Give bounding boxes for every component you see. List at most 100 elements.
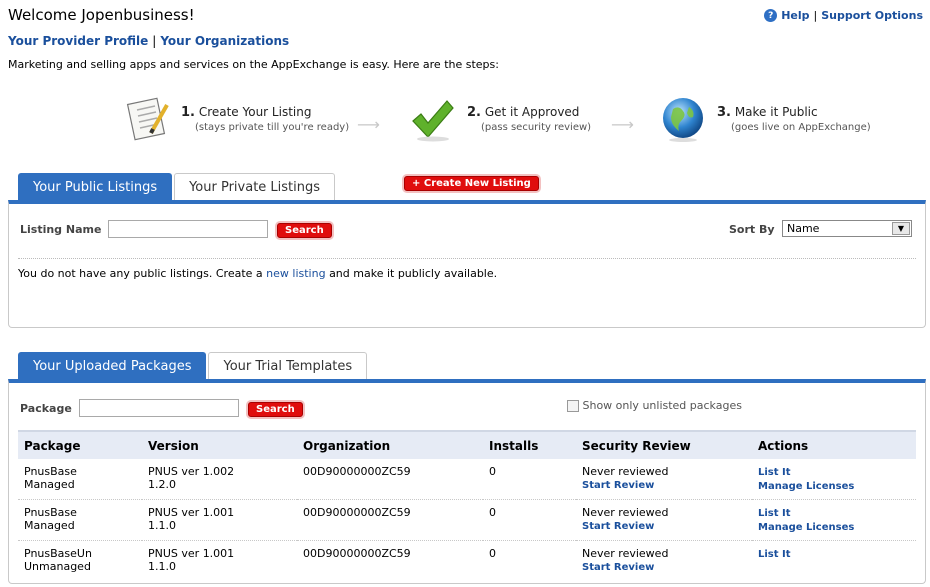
packages-table: Package Version Organization Installs Se…	[18, 430, 916, 580]
public-listings-panel: Listing Name Search Sort By Name ▼ You d…	[8, 200, 926, 328]
help-links: ? Help | Support Options	[764, 9, 923, 22]
show-unlisted-checkbox[interactable]	[567, 400, 579, 412]
tab-uploaded-packages[interactable]: Your Uploaded Packages	[18, 352, 207, 380]
review-status: Never reviewed	[582, 547, 669, 560]
package-cell: PnusBase Managed	[18, 499, 142, 541]
start-review-link[interactable]: Start Review	[582, 562, 654, 573]
checkmark-icon	[412, 100, 454, 142]
start-review-link[interactable]: Start Review	[582, 521, 654, 532]
table-row: PnusBase Managed PNUS ver 1.001 1.1.0 00D9…	[18, 499, 916, 541]
new-listing-link[interactable]: new listing	[266, 267, 325, 280]
security-review-cell: Never reviewed Start Review	[576, 541, 752, 581]
start-review-link[interactable]: Start Review	[582, 480, 654, 491]
welcome-heading: Welcome Jopenbusiness!	[8, 6, 195, 24]
step-get-approved: 2. Get it Approved (pass security review…	[409, 95, 591, 143]
package-label: Package	[20, 402, 72, 415]
uploaded-packages-panel: Package Search Show only unlisted packag…	[8, 379, 926, 584]
step-number: 2.	[467, 105, 481, 120]
step-number: 1.	[181, 105, 195, 120]
document-icon	[126, 97, 169, 141]
listing-search-button[interactable]: Search	[277, 223, 332, 238]
globe-icon	[663, 98, 703, 142]
organization-cell: 00D90000000ZC59	[297, 499, 483, 541]
column-header: Actions	[752, 430, 916, 459]
column-header: Version	[142, 430, 297, 459]
version-number: 1.2.0	[148, 478, 176, 491]
organization-cell: 00D90000000ZC59	[303, 547, 411, 560]
arrow-icon: ⟶	[357, 115, 380, 134]
list-it-link[interactable]: List It	[758, 508, 791, 519]
listing-name-input[interactable]	[108, 220, 268, 238]
table-row: PnusBase Managed PNUS ver 1.002 1.2.0 00D9…	[18, 459, 916, 500]
step-subtitle: (pass security review)	[481, 122, 592, 133]
version-name: PNUS ver 1.002	[148, 465, 235, 478]
list-it-link[interactable]: List It	[758, 467, 791, 478]
step-create-listing: 1. Create Your Listing (stays private ti…	[125, 95, 349, 143]
version-number: 1.1.0	[148, 519, 176, 532]
table-header-row: Package Version Organization Installs Se…	[18, 430, 916, 459]
step-title: Get it Approved	[484, 105, 580, 119]
package-type: Managed	[24, 478, 75, 491]
version-number: 1.1.0	[148, 560, 176, 573]
chevron-down-icon[interactable]: ▼	[892, 222, 910, 235]
package-name: PnusBase	[24, 465, 77, 478]
version-cell: PNUS ver 1.002 1.2.0	[142, 459, 297, 500]
organizations-link[interactable]: Your Organizations	[160, 34, 289, 48]
step-number: 3.	[717, 105, 731, 120]
version-cell: PNUS ver 1.001 1.1.0	[142, 499, 297, 541]
organization-cell: 00D90000000ZC59	[297, 459, 483, 500]
review-status: Never reviewed	[582, 506, 669, 519]
divider	[18, 258, 916, 259]
review-status: Never reviewed	[582, 465, 669, 478]
no-listings-text: You do not have any public listings. Cre…	[18, 267, 263, 280]
step-subtitle: (stays private till you're ready)	[195, 122, 350, 133]
help-link[interactable]: Help	[781, 9, 809, 22]
tab-private-listings[interactable]: Your Private Listings	[174, 173, 336, 201]
step-make-public: 3. Make it Public (goes live on AppExcha…	[659, 95, 871, 143]
step-title: Make it Public	[734, 105, 818, 119]
package-cell: PnusBase Managed	[18, 459, 142, 500]
arrow-icon: ⟶	[611, 115, 634, 134]
column-header: Security Review	[576, 430, 752, 459]
unlisted-filter: Show only unlisted packages	[567, 399, 742, 412]
manage-licenses-link[interactable]: Manage Licenses	[758, 481, 854, 492]
tab-trial-templates[interactable]: Your Trial Templates	[208, 352, 368, 380]
create-new-listing-button[interactable]: + Create New Listing	[404, 176, 539, 191]
provider-profile-link[interactable]: Your Provider Profile	[8, 34, 148, 48]
sort-by-label: Sort By	[729, 223, 775, 236]
security-review-cell: Never reviewed Start Review	[576, 499, 752, 541]
actions-cell: List It	[752, 541, 916, 581]
package-name: PnusBase	[24, 506, 77, 519]
package-search-button[interactable]: Search	[248, 402, 303, 417]
list-it-link[interactable]: List It	[758, 549, 791, 560]
step-title: Create Your Listing	[198, 105, 312, 119]
column-header: Package	[18, 430, 142, 459]
package-search-input[interactable]	[79, 399, 239, 417]
actions-cell: List It Manage Licenses	[752, 499, 916, 541]
no-listings-text-end: and make it publicly available.	[329, 267, 498, 280]
tab-public-listings[interactable]: Your Public Listings	[18, 173, 173, 201]
package-tabs: Your Uploaded Packages Your Trial Templa…	[18, 352, 368, 380]
version-name: PNUS ver 1.001	[148, 506, 235, 519]
installs-cell: 0	[483, 499, 576, 541]
column-header: Organization	[297, 430, 483, 459]
sort-by-value: Name	[787, 222, 820, 235]
package-type: Unmanaged	[24, 560, 91, 573]
separator: |	[813, 9, 818, 22]
security-review-cell: Never reviewed Start Review	[576, 459, 752, 500]
listing-name-label: Listing Name	[20, 223, 102, 236]
package-name: PnusBaseUn	[24, 547, 92, 560]
sort-by-select[interactable]: Name ▼	[782, 220, 912, 237]
version-name: PNUS ver 1.001	[148, 547, 235, 560]
steps-banner: 1. Create Your Listing (stays private ti…	[125, 95, 885, 155]
show-unlisted-label: Show only unlisted packages	[582, 399, 742, 412]
help-icon[interactable]: ?	[764, 9, 778, 22]
support-options-link[interactable]: Support Options	[821, 9, 923, 22]
manage-licenses-link[interactable]: Manage Licenses	[758, 522, 854, 533]
package-type: Managed	[24, 519, 75, 532]
intro-text: Marketing and selling apps and services …	[8, 58, 499, 71]
no-listings-message: You do not have any public listings. Cre…	[18, 267, 497, 280]
provider-links: Your Provider Profile | Your Organizations	[8, 34, 289, 48]
installs-cell: 0	[489, 547, 496, 560]
step-subtitle: (goes live on AppExchange)	[731, 122, 871, 133]
